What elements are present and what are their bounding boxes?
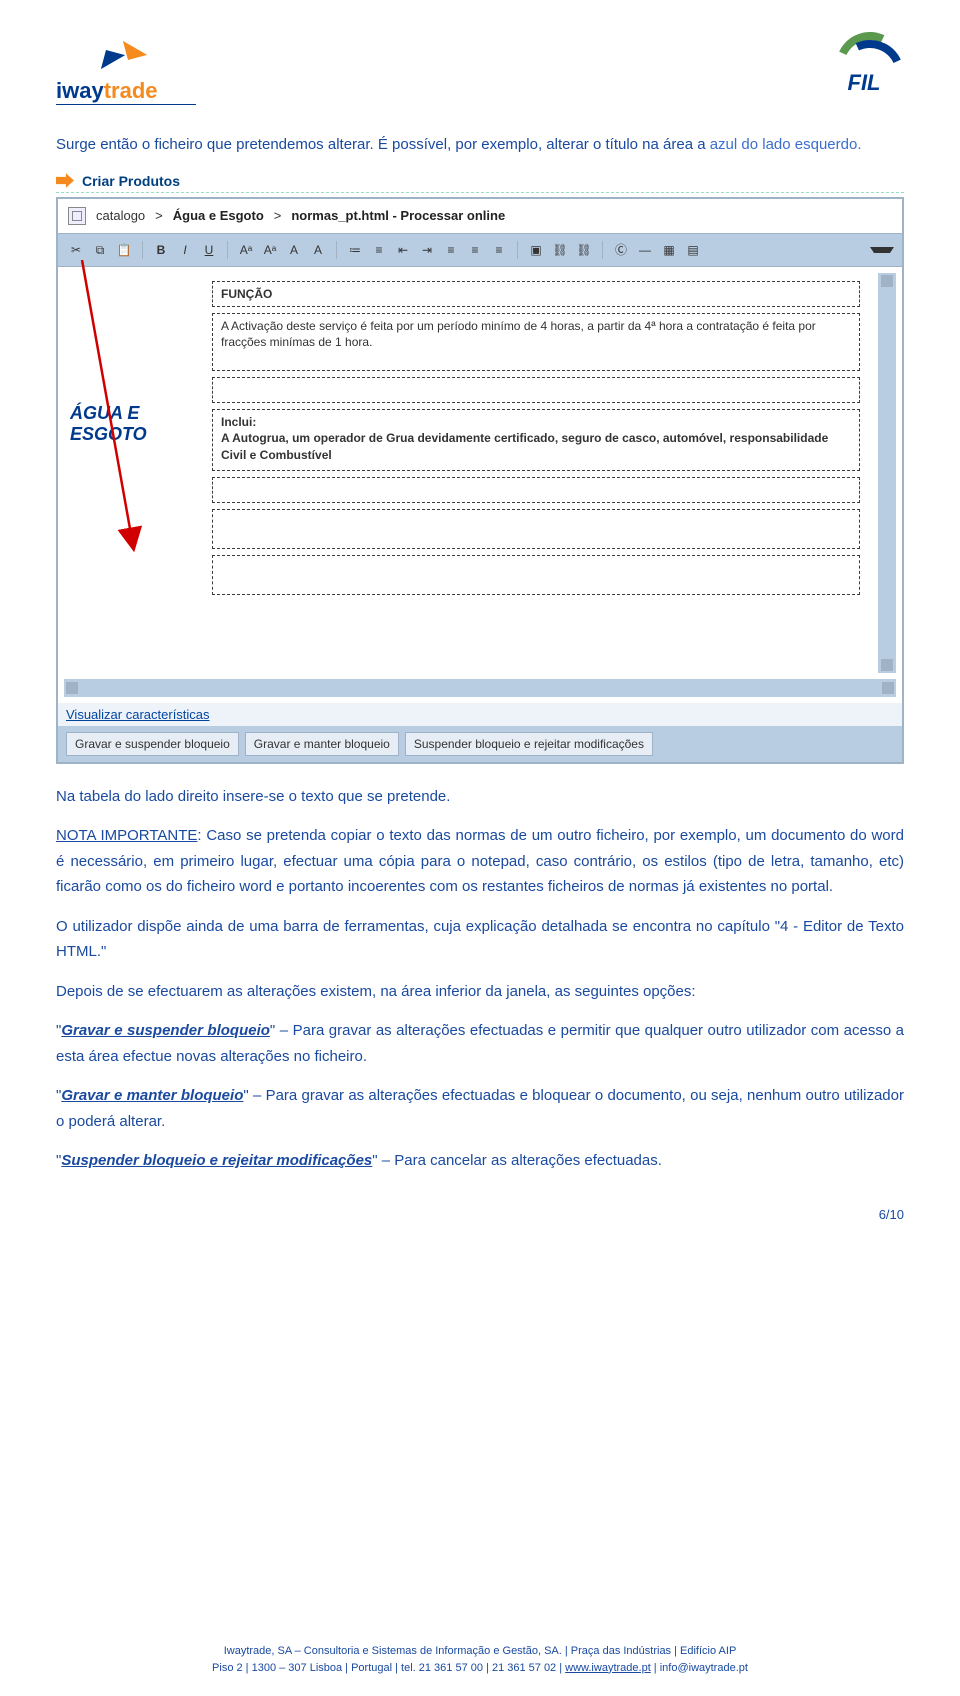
align-center-button[interactable]: ≡	[465, 240, 485, 260]
editor-canvas[interactable]: ÁGUA E ESGOTO FUNÇÃO A Activação deste s…	[64, 273, 896, 673]
footer-line: Iwaytrade, SA – Consultoria e Sistemas d…	[56, 1643, 904, 1660]
arrow-right-icon	[56, 172, 74, 190]
editor-window: catalogo > Água e Esgoto > normas_pt.htm…	[56, 197, 904, 764]
logo-iwaytrade: iwaytrade	[56, 36, 196, 105]
italic-button[interactable]: I	[175, 240, 195, 260]
symbol-button[interactable]: Ⓒ	[611, 240, 631, 260]
paragraph: Na tabela do lado direito insere-se o te…	[56, 784, 904, 810]
gravar-manter-button[interactable]: Gravar e manter bloqueio	[245, 732, 399, 756]
align-right-button[interactable]: ≡	[489, 240, 509, 260]
hr-button[interactable]: —	[635, 240, 655, 260]
breadcrumb-sep: >	[155, 208, 163, 223]
document-title[interactable]: ÁGUA E ESGOTO	[70, 403, 190, 446]
bg-color-button[interactable]: A	[308, 240, 328, 260]
ordered-list-button[interactable]: ≡	[369, 240, 389, 260]
page-number: 6/10	[56, 1204, 904, 1226]
breadcrumb-sep: >	[274, 208, 282, 223]
more-icon[interactable]	[870, 247, 894, 253]
indent-button[interactable]: ⇥	[417, 240, 437, 260]
separator	[56, 192, 904, 193]
logo-text: iway	[56, 78, 104, 103]
field-empty[interactable]	[212, 509, 860, 549]
field-funcao-text[interactable]: A Activação deste serviço é feita por um…	[212, 313, 860, 371]
field-inclui[interactable]: Inclui: A Autogrua, um operador de Grua …	[212, 409, 860, 471]
paragraph: O utilizador dispõe ainda de uma barra d…	[56, 914, 904, 965]
paste-button[interactable]: 📋	[114, 240, 134, 260]
outdent-button[interactable]: ⇤	[393, 240, 413, 260]
unlink-button[interactable]: ⛓	[574, 240, 594, 260]
paragraph: Surge então o ficheiro que pretendemos a…	[56, 132, 904, 158]
criar-label: Criar Produtos	[82, 173, 180, 189]
page-icon	[68, 207, 86, 225]
logo-fil: FIL	[824, 36, 904, 94]
field-empty[interactable]	[212, 477, 860, 503]
paragraph-nota: NOTA IMPORTANTE: Caso se pretenda copiar…	[56, 823, 904, 900]
option-line: "Gravar e suspender bloqueio" – Para gra…	[56, 1018, 904, 1069]
footer-line: Piso 2 | 1300 – 307 Lisboa | Portugal | …	[56, 1660, 904, 1677]
option-line: "Suspender bloqueio e rejeitar modificaç…	[56, 1148, 904, 1174]
breadcrumb-seg: Água e Esgoto	[173, 208, 264, 223]
template-button[interactable]: ▤	[683, 240, 703, 260]
underline-button[interactable]: U	[199, 240, 219, 260]
logo-text: trade	[104, 78, 158, 103]
field-empty[interactable]	[212, 555, 860, 595]
font-color-button[interactable]: A	[284, 240, 304, 260]
suspender-rejeitar-button[interactable]: Suspender bloqueio e rejeitar modificaçõ…	[405, 732, 653, 756]
link-button[interactable]: ⛓	[550, 240, 570, 260]
page-footer: Iwaytrade, SA – Consultoria e Sistemas d…	[56, 1643, 904, 1676]
footer-link[interactable]: www.iwaytrade.pt	[565, 1662, 651, 1674]
horizontal-scrollbar[interactable]	[64, 679, 896, 697]
bold-button[interactable]: B	[151, 240, 171, 260]
page-header: iwaytrade FIL	[56, 36, 904, 132]
scroll-up-button[interactable]	[881, 275, 893, 287]
align-left-button[interactable]: ≡	[441, 240, 461, 260]
fontsize-up-button[interactable]: Aᵃ	[236, 240, 256, 260]
image-button[interactable]: ▣	[526, 240, 546, 260]
breadcrumb-seg: catalogo	[96, 208, 145, 223]
table-button[interactable]: ▦	[659, 240, 679, 260]
option-line: "Gravar e manter bloqueio" – Para gravar…	[56, 1083, 904, 1134]
criar-produtos-row: Criar Produtos	[56, 172, 904, 190]
cut-button[interactable]: ✂	[66, 240, 86, 260]
scroll-down-button[interactable]	[881, 659, 893, 671]
unordered-list-button[interactable]: ≔	[345, 240, 365, 260]
breadcrumb-seg: normas_pt.html - Processar online	[291, 208, 505, 223]
field-funcao-label[interactable]: FUNÇÃO	[212, 281, 860, 307]
breadcrumb: catalogo > Água e Esgoto > normas_pt.htm…	[58, 199, 902, 233]
visualizar-link[interactable]: Visualizar características	[58, 703, 902, 726]
fontsize-down-button[interactable]: Aᵃ	[260, 240, 280, 260]
toolbar: ✂ ⧉ 📋 B I U Aᵃ Aᵃ A A ≔ ≡ ⇤ ⇥ ≡ ≡ ≡	[58, 233, 902, 267]
field-empty[interactable]	[212, 377, 860, 403]
gravar-suspender-button[interactable]: Gravar e suspender bloqueio	[66, 732, 239, 756]
copy-button[interactable]: ⧉	[90, 240, 110, 260]
paragraph: Depois de se efectuarem as alterações ex…	[56, 979, 904, 1005]
